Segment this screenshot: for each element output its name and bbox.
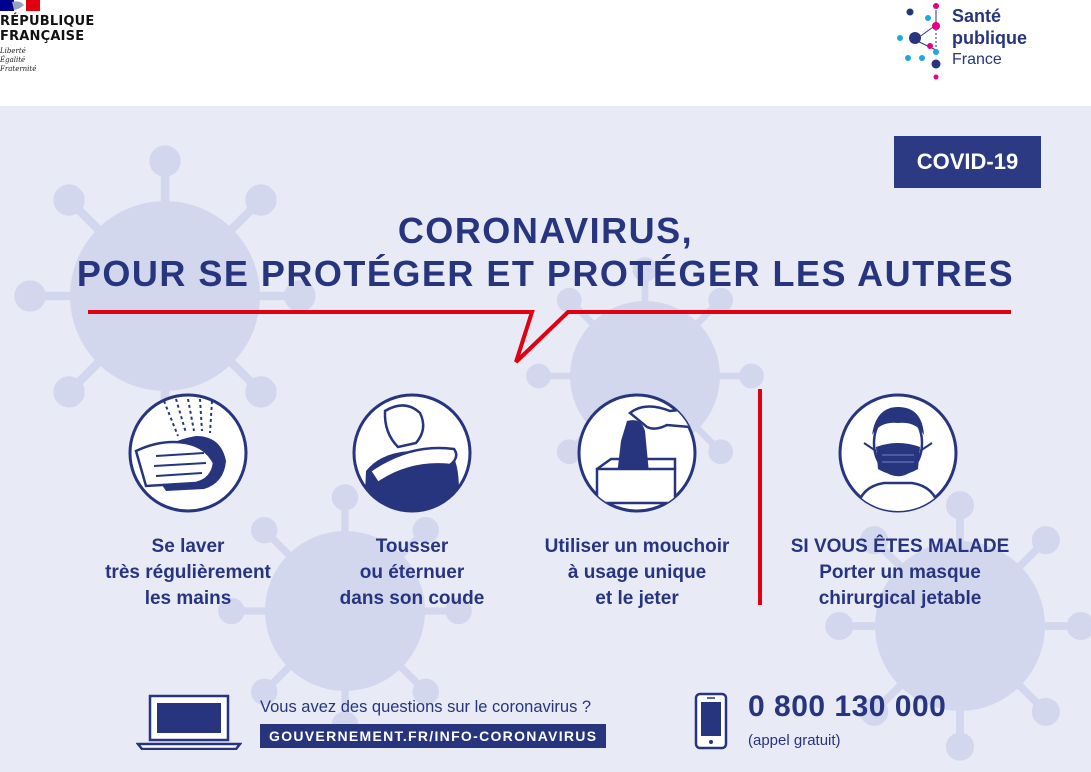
gesture-tissue	[575, 391, 699, 515]
motto-fraternite: Fraternité	[0, 65, 37, 73]
smartphone-icon	[694, 692, 728, 750]
questions-text: Vous avez des questions sur le coronavir…	[260, 698, 592, 716]
motto-egalite: Égalité	[0, 56, 26, 64]
hand-washing-icon	[128, 393, 248, 513]
laptop-icon	[136, 694, 242, 750]
marianne-flag-icon	[0, 0, 40, 11]
cough-elbow-icon	[352, 393, 472, 513]
red-separator	[758, 389, 762, 605]
caption-hand-washing: Se laver très régulièrement les mains	[73, 534, 303, 612]
caption-line: SI VOUS ÊTES MALADE	[790, 536, 1010, 557]
caption-line: à usage unique	[567, 562, 707, 583]
caption-line: Tousser	[375, 536, 449, 557]
covid-19-badge: COVID-19	[894, 136, 1041, 188]
republique-francaise-logo: RÉPUBLIQUE FRANÇAISE Liberté Égalité Fra…	[0, 0, 110, 90]
caption-line: dans son coude	[339, 588, 485, 609]
republique-line2: FRANÇAISE	[0, 29, 85, 44]
caption-line: Porter un masque	[819, 562, 981, 583]
sante-publique-france-logo: Santé publique France	[890, 0, 1090, 90]
motto-liberte: Liberté	[0, 47, 26, 55]
tissue-icon	[577, 393, 697, 513]
caption-cough: Tousser ou éternuer dans son coude	[297, 534, 527, 612]
france-label: France	[952, 51, 1002, 68]
caption-line: les mains	[144, 588, 232, 609]
gesture-hand-washing	[126, 391, 250, 515]
title-line-2: POUR SE PROTÉGER ET PROTÉGER LES AUTRES	[76, 253, 1015, 294]
gesture-cough-elbow	[350, 391, 474, 515]
caption-mask: SI VOUS ÊTES MALADE Porter un masque chi…	[780, 534, 1020, 612]
caption-line: Se laver	[151, 536, 225, 557]
mask-icon	[838, 393, 958, 513]
caption-line: et le jeter	[595, 588, 679, 609]
phone-number[interactable]: 0 800 130 000	[748, 690, 946, 724]
republique-line1: RÉPUBLIQUE	[0, 14, 95, 29]
caption-line: chirurgical jetable	[818, 588, 982, 609]
caption-line: ou éternuer	[359, 562, 465, 583]
publique-label: publique	[952, 28, 1027, 48]
caption-line: Utiliser un mouchoir	[544, 536, 730, 557]
poster-panel: COVID-19 CORONAVIRUS, POUR SE PROTÉGER E…	[0, 106, 1091, 772]
gesture-mask	[836, 391, 960, 515]
info-coronavirus-link[interactable]: GOUVERNEMENT.FR/INFO-CORONAVIRUS	[260, 724, 607, 748]
poster-title: CORONAVIRUS, POUR SE PROTÉGER ET PROTÉGE…	[40, 210, 1051, 296]
header: RÉPUBLIQUE FRANÇAISE Liberté Égalité Fra…	[0, 0, 1091, 106]
caption-line: très régulièrement	[105, 562, 271, 583]
sante-label: Santé	[952, 6, 1002, 26]
caption-tissue: Utiliser un mouchoir à usage unique et l…	[522, 534, 752, 612]
molecule-dots-icon	[897, 3, 941, 80]
title-line-1: CORONAVIRUS,	[397, 210, 694, 251]
speech-bubble-underline	[88, 310, 1011, 364]
phone-note: (appel gratuit)	[748, 732, 841, 749]
